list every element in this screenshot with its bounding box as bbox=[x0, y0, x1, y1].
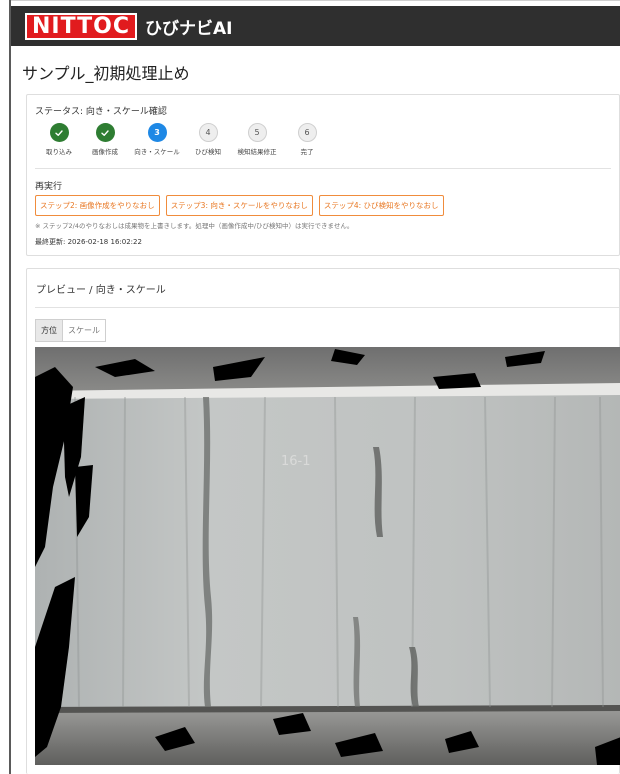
preview-tabs: 方位 スケール bbox=[35, 319, 106, 342]
step-2: 画像作成 bbox=[79, 123, 131, 156]
brand-logo[interactable]: NITTOC bbox=[25, 12, 137, 40]
step-label: 画像作成 bbox=[92, 148, 118, 156]
preview-title: プレビュー / 向き・スケール bbox=[36, 285, 166, 296]
step-label: 取り込み bbox=[46, 148, 72, 156]
last-updated: 最終更新: 2026-02-18 16:02:22 bbox=[35, 238, 142, 246]
step-6: 6 完了 bbox=[281, 123, 333, 156]
step-label: ひび検知 bbox=[195, 148, 221, 156]
step-4: 4 ひび検知 bbox=[182, 123, 234, 156]
step-number: 4 bbox=[198, 123, 218, 142]
step-label: 完了 bbox=[300, 148, 314, 156]
step-label: 検知結果修正 bbox=[237, 148, 277, 156]
page-title: サンプル_初期処理止め bbox=[22, 64, 190, 83]
tab-orientation[interactable]: 方位 bbox=[35, 319, 62, 342]
window-left-edge bbox=[9, 0, 11, 774]
concrete-wall-image: 16-1 bbox=[35, 347, 620, 765]
preview-image[interactable]: 16-1 bbox=[35, 347, 620, 765]
redo-step4-button[interactable]: ステップ4: ひび検知をやりなおし bbox=[318, 195, 444, 216]
step-number: 6 bbox=[297, 123, 317, 142]
check-icon bbox=[49, 123, 69, 142]
app-name: ひびナビAI bbox=[144, 18, 233, 39]
preview-card: プレビュー / 向き・スケール 方位 スケール 16-1 bbox=[26, 268, 620, 774]
redo-step2-button[interactable]: ステップ2: 画像作成をやりなおし bbox=[35, 195, 160, 216]
tab-scale[interactable]: スケール bbox=[62, 319, 106, 342]
step-number: 3 bbox=[147, 123, 167, 142]
step-label: 向き・スケール bbox=[134, 148, 180, 156]
step-number: 5 bbox=[247, 123, 267, 142]
rerun-title: 再実行 bbox=[35, 182, 63, 192]
status-text: ステータス: 向き・スケール確認 bbox=[35, 107, 167, 117]
app-header: NITTOC ひびナビAI bbox=[11, 6, 620, 46]
rerun-button-group: ステップ2: 画像作成をやりなおし ステップ3: 向き・スケールをやりなおし ス… bbox=[35, 195, 444, 216]
svg-text:16-1: 16-1 bbox=[281, 454, 311, 469]
rerun-note: ※ ステップ2/4のやりなおしは成果物を上書きします。処理中（画像作成中/ひび検… bbox=[35, 222, 354, 230]
step-5: 5 検知結果修正 bbox=[231, 123, 283, 156]
divider bbox=[35, 168, 611, 169]
check-icon bbox=[95, 123, 115, 142]
step-1: 取り込み bbox=[33, 123, 85, 156]
divider bbox=[35, 307, 619, 308]
redo-step3-button[interactable]: ステップ3: 向き・スケールをやりなおし bbox=[165, 195, 313, 216]
status-card: ステータス: 向き・スケール確認 取り込み 画像作成 3 向き・スケール 4 ひ… bbox=[26, 94, 620, 256]
step-3: 3 向き・スケール bbox=[131, 123, 183, 156]
